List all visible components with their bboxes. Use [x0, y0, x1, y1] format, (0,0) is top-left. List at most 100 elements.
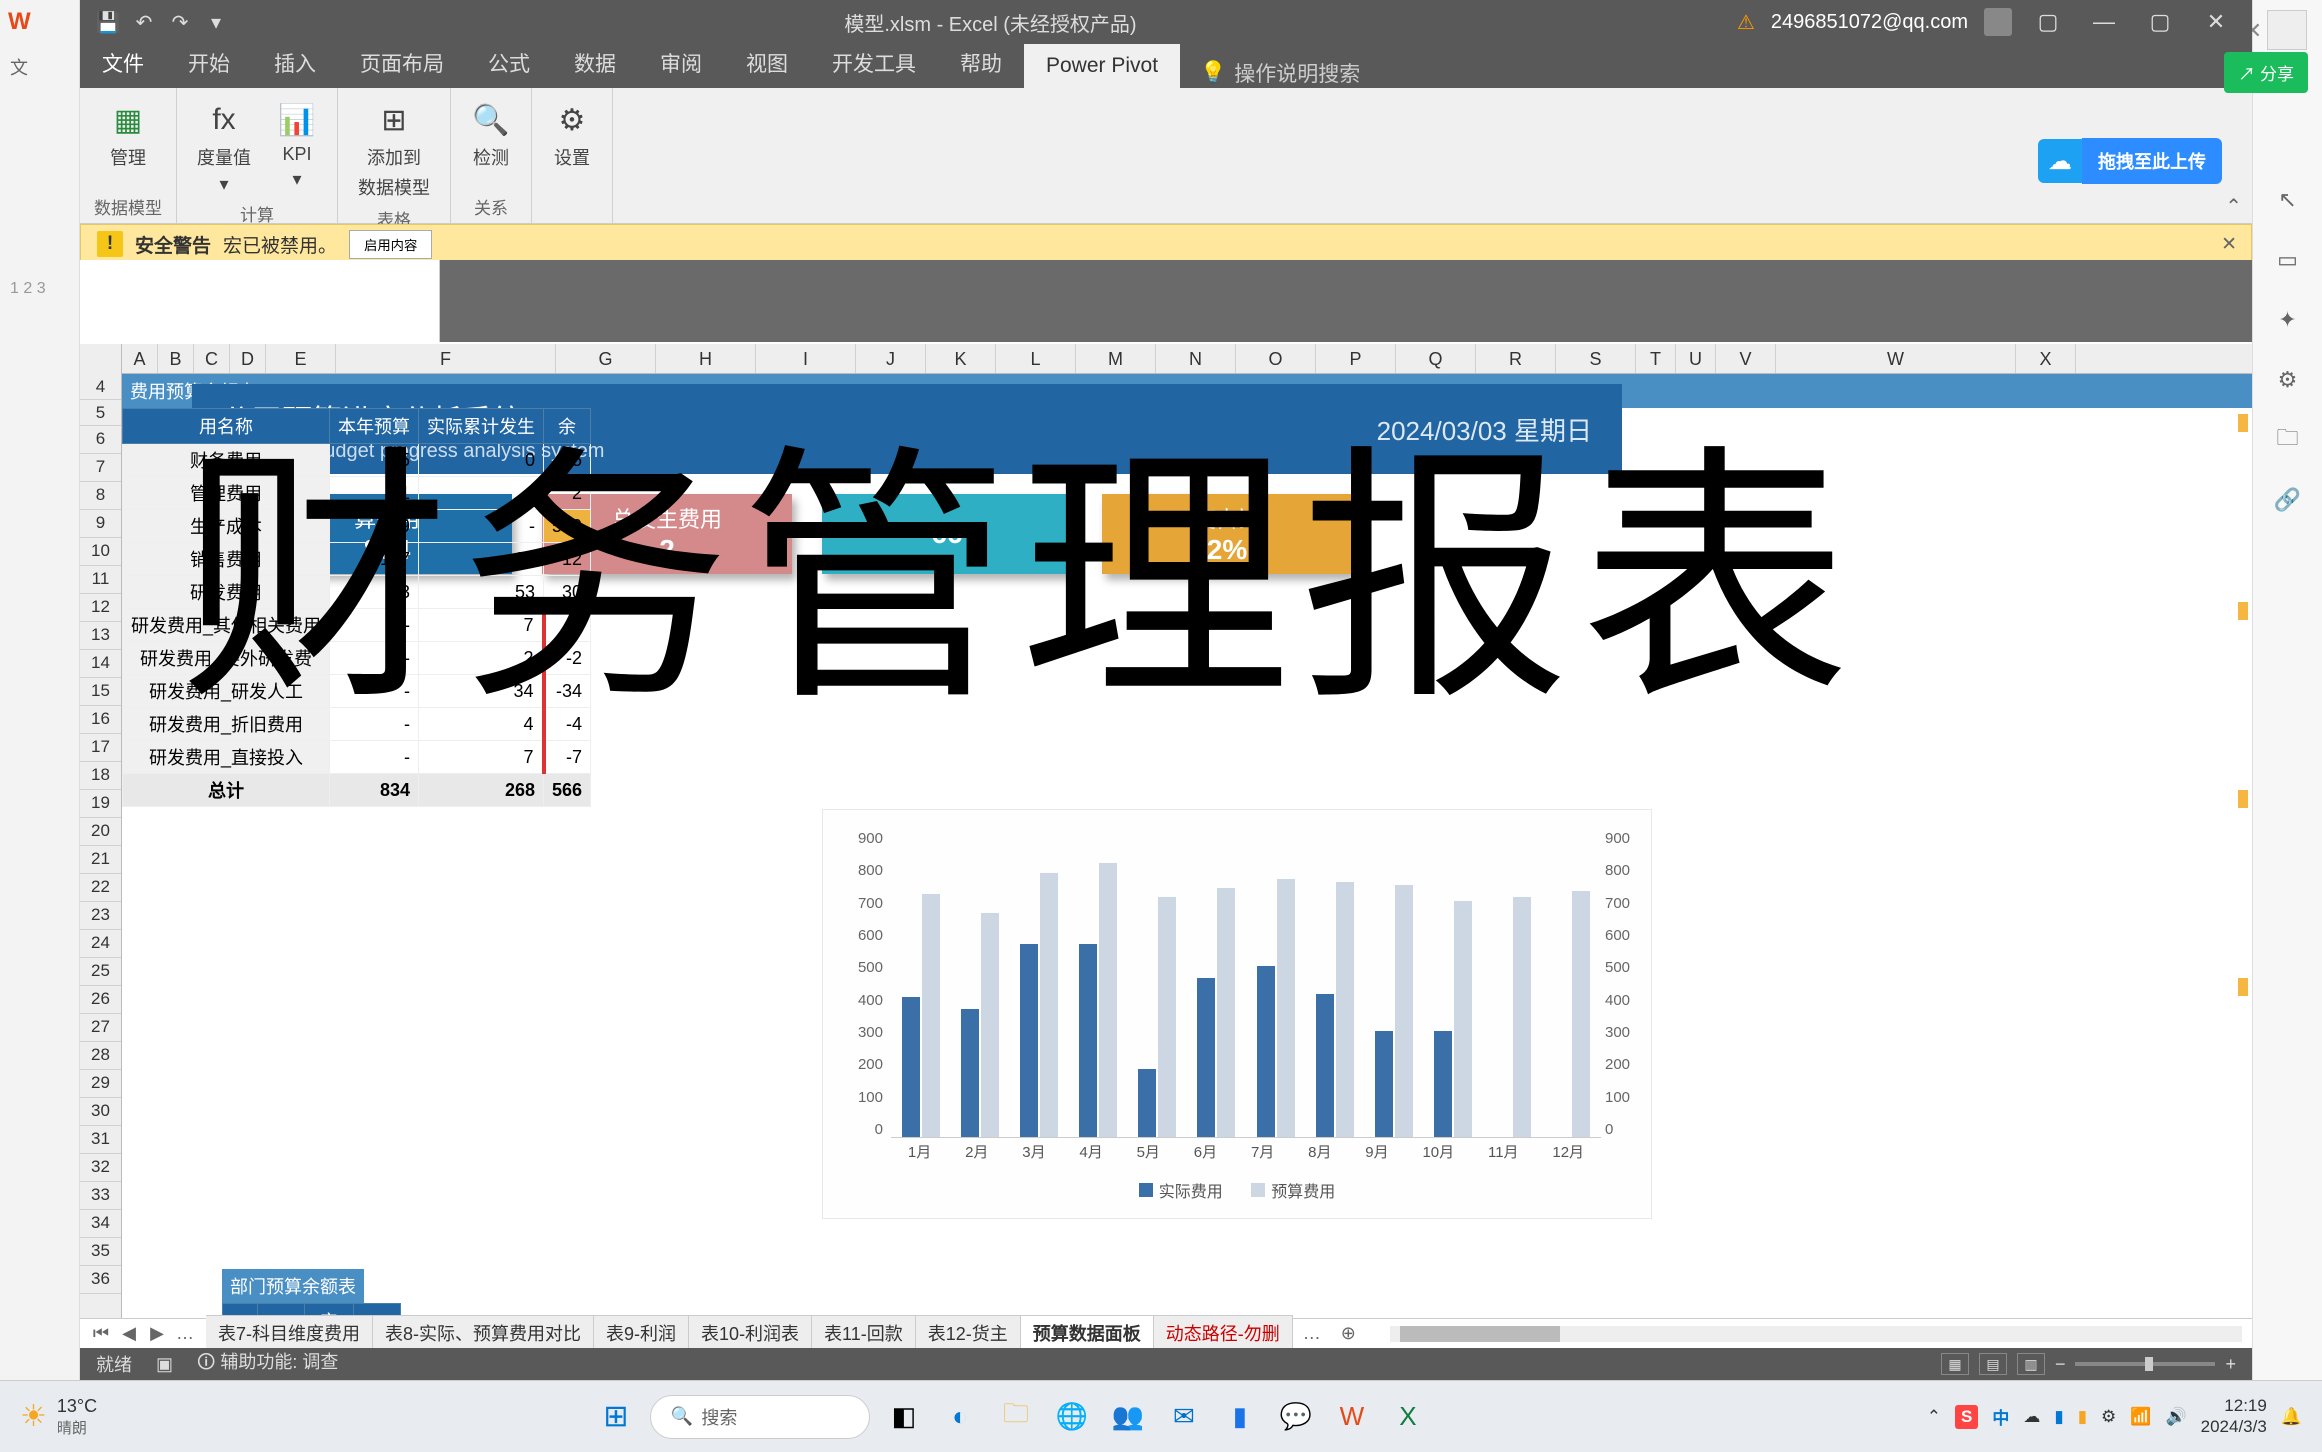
sheet-nav-first-icon[interactable]: ⏮ [90, 1323, 112, 1344]
sheet-tab[interactable]: 动态路径-勿删 [1154, 1315, 1293, 1352]
camera-icon[interactable]: ✦ [2268, 300, 2308, 340]
tab-review[interactable]: 审阅 [638, 38, 724, 88]
tray-icon-3[interactable]: ▮ [2078, 1407, 2087, 1427]
zoom-out-button[interactable]: − [2055, 1354, 2066, 1375]
row-header-18[interactable]: 18 [80, 762, 121, 790]
excel-taskbar-icon[interactable]: X [1386, 1395, 1430, 1439]
task-view-icon[interactable]: ◧ [882, 1395, 926, 1439]
tab-insert[interactable]: 插入 [252, 38, 338, 88]
row-header-19[interactable]: 19 [80, 790, 121, 818]
row-header-29[interactable]: 29 [80, 1070, 121, 1098]
tell-me-search[interactable]: 💡 操作说明搜索 [1180, 58, 1380, 88]
sheet-nav-next-icon[interactable]: ▶ [146, 1323, 168, 1344]
upload-float[interactable]: ☁ 拖拽至此上传 [2038, 138, 2222, 184]
col-header-X[interactable]: X [2016, 344, 2076, 373]
hscroll-thumb[interactable] [1400, 1326, 1560, 1342]
row-header-7[interactable]: 7 [80, 454, 121, 482]
tray-icon-4[interactable]: ⚙ [2101, 1407, 2116, 1427]
row-header-30[interactable]: 30 [80, 1098, 121, 1126]
row-header-5[interactable]: 5 [80, 400, 121, 426]
row-header-31[interactable]: 31 [80, 1126, 121, 1154]
tab-help[interactable]: 帮助 [938, 38, 1024, 88]
row-header-4[interactable]: 4 [80, 374, 121, 400]
sheet-tab[interactable]: 表9-利润 [594, 1315, 689, 1352]
tab-view[interactable]: 视图 [724, 38, 810, 88]
wps-icon[interactable]: W [1330, 1395, 1374, 1439]
addtomodel-button[interactable]: ⊞ 添加到 数据模型 [352, 96, 436, 204]
row-header-6[interactable]: 6 [80, 426, 121, 454]
tab-formulas[interactable]: 公式 [466, 38, 552, 88]
row-header-24[interactable]: 24 [80, 930, 121, 958]
sheet-tab[interactable]: 表12-货主 [916, 1315, 1021, 1352]
tab-home[interactable]: 开始 [166, 38, 252, 88]
link-icon[interactable]: 🔗 [2268, 480, 2308, 520]
left-menu-item[interactable]: 文 [0, 44, 79, 90]
template-icon[interactable]: ▭ [2268, 240, 2308, 280]
row-header-34[interactable]: 34 [80, 1210, 121, 1238]
view-pagebreak-icon[interactable]: ▥ [2017, 1353, 2045, 1375]
teams-icon[interactable]: 👥 [1106, 1395, 1150, 1439]
view-layout-icon[interactable]: ▤ [1979, 1353, 2007, 1375]
mail-icon[interactable]: ✉ [1162, 1395, 1206, 1439]
save-icon[interactable]: 💾 [96, 10, 120, 34]
avatar-icon[interactable] [1984, 8, 2012, 36]
wifi-icon[interactable]: 📶 [2130, 1407, 2151, 1427]
row-header-26[interactable]: 26 [80, 986, 121, 1014]
taskbar-search[interactable]: 🔍 搜索 [650, 1395, 870, 1439]
accessibility-status[interactable]: 🛈 辅助功能: 调查 [197, 1348, 338, 1380]
tab-dev[interactable]: 开发工具 [810, 38, 938, 88]
enable-content-button[interactable]: 启用内容 [349, 230, 432, 259]
redo-icon[interactable]: ↷ [168, 10, 192, 34]
zoom-in-button[interactable]: + [2225, 1354, 2236, 1375]
row-header-12[interactable]: 12 [80, 594, 121, 622]
sheet-tab[interactable]: 表11-回款 [812, 1315, 916, 1352]
weather-widget[interactable]: ☀ 13°C 晴朗 [20, 1396, 97, 1438]
tray-icon-1[interactable]: ☁ [2023, 1407, 2040, 1427]
row-header-20[interactable]: 20 [80, 818, 121, 846]
measure-button[interactable]: fx 度量值 ▾ [191, 96, 257, 199]
row-header-33[interactable]: 33 [80, 1182, 121, 1210]
row-header-14[interactable]: 14 [80, 650, 121, 678]
row-header-16[interactable]: 16 [80, 706, 121, 734]
folder-icon[interactable]: 🗀 [2268, 420, 2308, 460]
row-header-32[interactable]: 32 [80, 1154, 121, 1182]
taskbar-clock[interactable]: 12:19 2024/3/3 [2201, 1396, 2267, 1437]
row-header-23[interactable]: 23 [80, 902, 121, 930]
col-header-A[interactable]: A [122, 344, 158, 373]
detect-button[interactable]: 🔍 检测 [465, 96, 517, 174]
row-header-25[interactable]: 25 [80, 958, 121, 986]
row-header-9[interactable]: 9 [80, 510, 121, 538]
app-icon-1[interactable]: ▮ [1218, 1395, 1262, 1439]
row-header-35[interactable]: 35 [80, 1238, 121, 1266]
edge-icon[interactable]: 🌐 [1050, 1395, 1094, 1439]
kpi-button[interactable]: 📊 KPI ▾ [271, 96, 323, 194]
minimize-icon[interactable]: — [2084, 2, 2124, 42]
row-header-8[interactable]: 8 [80, 482, 121, 510]
row-header-15[interactable]: 15 [80, 678, 121, 706]
sheet-tab[interactable]: 表10-利润表 [689, 1315, 812, 1352]
share-button[interactable]: ↗ 分享 [2224, 52, 2308, 93]
row-header-10[interactable]: 10 [80, 538, 121, 566]
tab-powerpivot[interactable]: Power Pivot [1024, 44, 1180, 88]
horizontal-scrollbar[interactable] [1390, 1326, 2242, 1342]
row-header-11[interactable]: 11 [80, 566, 121, 594]
sheet-nav-prev-icon[interactable]: ◀ [118, 1323, 140, 1344]
settings-button[interactable]: ⚙ 设置 [546, 96, 598, 174]
ribbon-collapse-icon[interactable]: ⌃ [2225, 194, 2242, 219]
tray-up-icon[interactable]: ⌃ [1927, 1407, 1941, 1427]
copilot-icon[interactable]: ◐ [938, 1395, 982, 1439]
sheet-tab[interactable]: 表8-实际、预算费用对比 [373, 1315, 594, 1352]
row-header-27[interactable]: 27 [80, 1014, 121, 1042]
manage-button[interactable]: ▦ 管理 [102, 96, 154, 174]
sheet-tab[interactable]: 表7-科目维度费用 [206, 1315, 373, 1352]
undo-icon[interactable]: ↶ [132, 10, 156, 34]
row-header-22[interactable]: 22 [80, 874, 121, 902]
row-header-17[interactable]: 17 [80, 734, 121, 762]
explorer-icon[interactable]: 🗀 [994, 1395, 1038, 1439]
start-button[interactable]: ⊞ [594, 1395, 638, 1439]
row-header-36[interactable]: 36 [80, 1266, 121, 1294]
tab-data[interactable]: 数据 [552, 38, 638, 88]
sheet-nav-more-icon[interactable]: … [174, 1323, 196, 1344]
close-window-icon[interactable]: ✕ [2196, 2, 2236, 42]
volume-icon[interactable]: 🔊 [2165, 1407, 2186, 1427]
